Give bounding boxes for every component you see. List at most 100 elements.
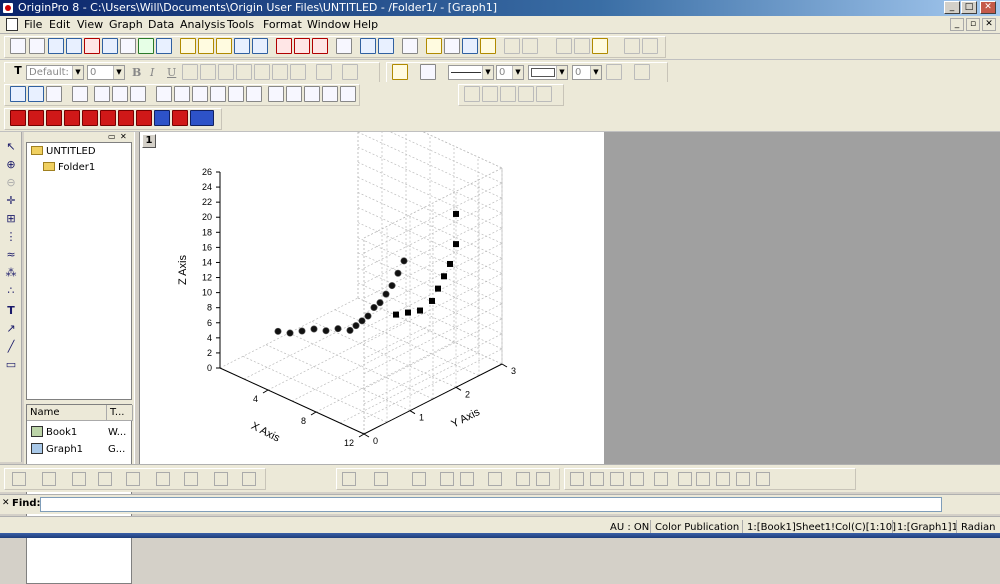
pattern-width-dropdown[interactable]: 0 ▼ — [572, 65, 602, 80]
menu-tools[interactable]: Tools — [225, 16, 256, 34]
rotate-down-icon[interactable] — [100, 110, 116, 126]
zoom-in-icon[interactable]: ⊕ — [4, 158, 18, 172]
3d-scatter-plot[interactable]: 024681012141618202224264812 0123Z AxisX A… — [140, 101, 604, 464]
save-template-icon[interactable] — [252, 38, 268, 54]
line-tool-icon[interactable]: ╱ — [4, 340, 18, 354]
open-excel-icon[interactable] — [216, 38, 232, 54]
bold-button[interactable]: B — [132, 66, 141, 79]
tree-item-folder1[interactable]: Folder1 — [43, 161, 95, 175]
underline-button[interactable]: U — [167, 66, 176, 79]
menu-analysis[interactable]: Analysis — [178, 16, 227, 34]
area-plot-icon[interactable] — [126, 472, 140, 486]
refresh-icon[interactable] — [360, 38, 376, 54]
menu-window[interactable]: Window — [305, 16, 352, 34]
maximize-button[interactable]: □ — [961, 1, 977, 14]
text-tool-icon[interactable]: T — [4, 304, 18, 318]
save-project-icon[interactable] — [234, 38, 250, 54]
tilt-left-icon[interactable] — [46, 110, 62, 126]
align-horizontal-icon[interactable] — [678, 472, 692, 486]
3d-waterfall-icon[interactable] — [460, 472, 474, 486]
column-plot-icon[interactable] — [98, 472, 112, 486]
cut-icon[interactable] — [556, 38, 572, 54]
clock-icon[interactable] — [322, 86, 338, 102]
axis-upper-icon[interactable] — [174, 86, 190, 102]
add-layer-icon[interactable] — [624, 38, 640, 54]
border-icon[interactable] — [634, 64, 650, 80]
column-header-type[interactable]: T... — [107, 405, 133, 421]
decrease-perspective-icon[interactable] — [136, 110, 152, 126]
fit-frame-icon[interactable] — [172, 110, 188, 126]
reset-rotation-icon[interactable] — [154, 110, 170, 126]
fill-color-icon[interactable] — [392, 64, 408, 80]
menu-graph[interactable]: Graph — [107, 16, 145, 34]
greek-icon[interactable] — [236, 64, 252, 80]
align-left-icon[interactable] — [290, 64, 306, 80]
object-front-icon[interactable] — [464, 86, 480, 102]
rotate-cw-icon[interactable] — [28, 110, 44, 126]
align-left-icon[interactable] — [570, 472, 584, 486]
layer-tab[interactable]: 1 — [142, 134, 156, 148]
hatch-pattern-icon[interactable] — [606, 64, 622, 80]
line-symbol-icon[interactable] — [72, 472, 86, 486]
data-reader-icon[interactable]: ⊞ — [4, 212, 18, 226]
copy-icon[interactable] — [574, 38, 590, 54]
column-header-name[interactable]: Name — [27, 405, 107, 421]
pie-chart-icon[interactable] — [522, 38, 538, 54]
open-icon[interactable] — [180, 38, 196, 54]
mdi-minimize-button[interactable]: _ — [950, 18, 964, 31]
add-column-icon[interactable] — [504, 38, 520, 54]
line-color-icon[interactable] — [420, 64, 436, 80]
draw-data-icon[interactable]: ≈ — [4, 248, 18, 262]
legend-icon[interactable] — [72, 86, 88, 102]
group-icon[interactable] — [500, 86, 516, 102]
layer-scale-icon[interactable] — [112, 86, 128, 102]
document-icon[interactable] — [6, 18, 18, 31]
print-icon[interactable] — [336, 38, 352, 54]
line-style-dropdown[interactable]: ▼ — [448, 65, 494, 80]
merge-graphs-icon[interactable] — [642, 38, 658, 54]
table-icon[interactable] — [340, 86, 356, 102]
menu-edit[interactable]: Edit — [47, 16, 72, 34]
grid-h-icon[interactable] — [268, 86, 284, 102]
import-wizard-icon[interactable] — [312, 38, 328, 54]
front-icon[interactable] — [736, 472, 750, 486]
ungroup-icon[interactable] — [518, 86, 534, 102]
minimize-button[interactable]: _ — [944, 1, 960, 14]
command-window-icon[interactable] — [444, 38, 460, 54]
close-icon[interactable]: ✕ — [120, 132, 127, 141]
object-settings-icon[interactable] — [536, 86, 552, 102]
line-width-dropdown[interactable]: 0 ▼ — [496, 65, 524, 80]
data-display-icon[interactable] — [286, 86, 302, 102]
new-folder-icon[interactable] — [29, 38, 45, 54]
find-input[interactable] — [40, 497, 942, 512]
mdi-close-button[interactable]: ✕ — [982, 18, 996, 31]
align-top-icon[interactable] — [610, 472, 624, 486]
3d-surface-icon[interactable] — [342, 472, 356, 486]
color-scale-icon[interactable] — [94, 86, 110, 102]
superscript-icon[interactable] — [182, 64, 198, 80]
data-info-icon[interactable] — [304, 86, 320, 102]
import-multiple-icon[interactable] — [294, 38, 310, 54]
results-log-icon[interactable] — [426, 38, 442, 54]
rotate-up-icon[interactable] — [82, 110, 98, 126]
open-template-icon[interactable] — [198, 38, 214, 54]
scatter-tool-icon[interactable]: ∴ — [4, 284, 18, 298]
regional-mask-icon[interactable]: ⁂ — [4, 266, 18, 280]
zoom-fit-icon[interactable] — [28, 86, 44, 102]
arrow-tool-icon[interactable]: ↗ — [4, 322, 18, 336]
new-graph-icon[interactable] — [84, 38, 100, 54]
duplicate-icon[interactable] — [378, 38, 394, 54]
axis-both-icon[interactable] — [228, 86, 244, 102]
close-button[interactable]: ✕ — [980, 1, 996, 14]
font-color-icon[interactable] — [342, 64, 358, 80]
new-excel-icon[interactable] — [66, 38, 82, 54]
new-notes-icon[interactable] — [156, 38, 172, 54]
supersubscript-icon[interactable] — [218, 64, 234, 80]
3d-wall-icon[interactable] — [440, 472, 454, 486]
new-workbook-icon[interactable] — [48, 38, 64, 54]
screen-reader-icon[interactable]: ✛ — [4, 194, 18, 208]
align-right-icon[interactable] — [590, 472, 604, 486]
list-item[interactable]: Graph1 G... — [27, 442, 125, 458]
new-function-icon[interactable] — [120, 38, 136, 54]
font-pattern-icon[interactable] — [316, 64, 332, 80]
